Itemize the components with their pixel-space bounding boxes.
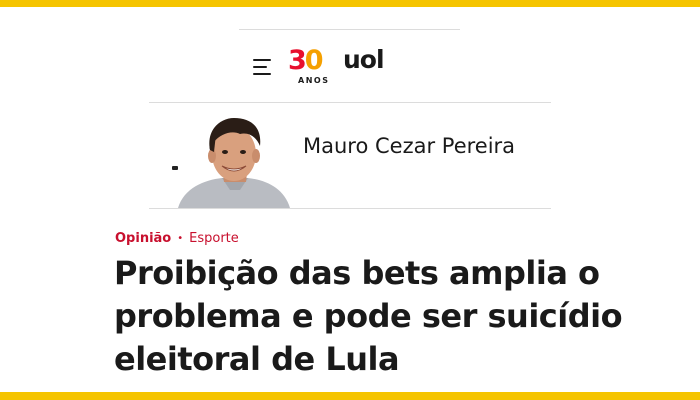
header-divider (239, 29, 460, 30)
hamburger-menu-button[interactable] (253, 58, 273, 76)
logo-30-mark: 30 (288, 45, 324, 76)
breadcrumb: Opinião • Esporte (115, 230, 239, 249)
bottom-accent-bar (0, 392, 700, 400)
logo-brand-uol: uol (343, 45, 385, 74)
menu-line-icon (253, 73, 271, 75)
breadcrumb-separator: • (177, 233, 184, 244)
top-accent-bar (0, 0, 700, 7)
breadcrumb-category-link[interactable]: Esporte (189, 231, 239, 246)
author-bottom-divider (149, 208, 551, 209)
logo-digit-zero: 0 (304, 45, 324, 76)
logo-digit-three: 3 (288, 45, 307, 76)
author-top-divider (149, 102, 551, 103)
uol-30-anos-logo[interactable]: 30 ANOS uol (288, 46, 388, 88)
menu-line-icon (253, 66, 267, 68)
breadcrumb-section-link[interactable]: Opinião (115, 231, 171, 246)
logo-years-label: ANOS (298, 76, 330, 85)
article-headline: Proibição das bets amplia o problema e p… (114, 254, 623, 378)
menu-line-icon (253, 59, 271, 61)
author-avatar (170, 116, 294, 208)
author-name[interactable]: Mauro Cezar Pereira (303, 134, 515, 158)
